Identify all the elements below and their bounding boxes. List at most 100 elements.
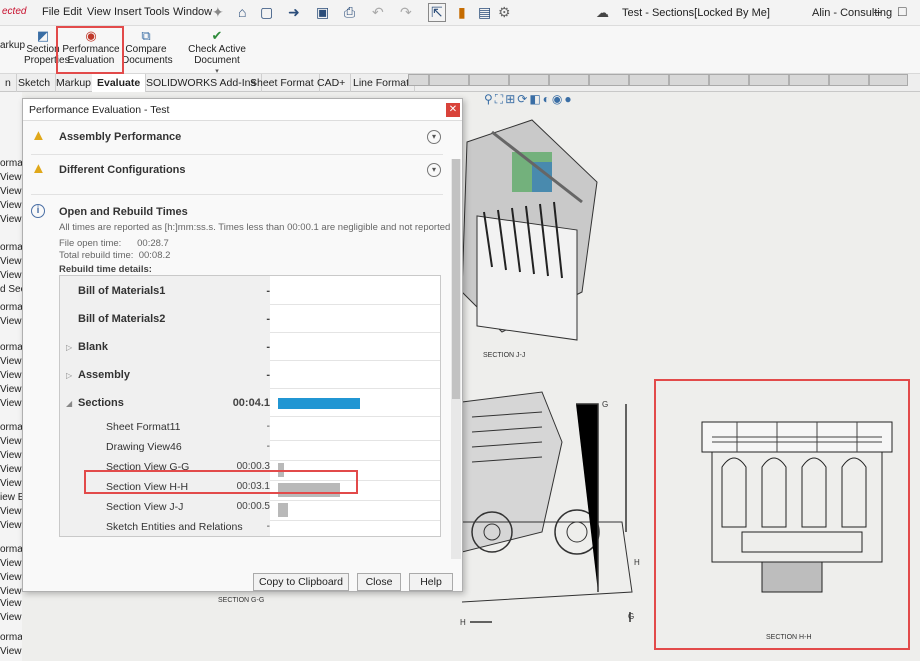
collapse-arrow-icon[interactable]: ◢: [66, 399, 72, 408]
expand-arrow-icon[interactable]: ▷: [66, 371, 72, 380]
tree-item[interactable]: ormat: [0, 544, 22, 555]
rebuild-row[interactable]: Drawing View46 -: [60, 440, 440, 458]
tree-item[interactable]: ormat: [0, 342, 22, 353]
tab-sheet-format[interactable]: Sheet Format: [245, 74, 320, 92]
tree-item[interactable]: View18: [0, 612, 22, 623]
rebuild-row[interactable]: ▷ Blank -: [60, 340, 440, 358]
tab-evaluate[interactable]: Evaluate: [92, 74, 147, 92]
maximize-icon[interactable]: □: [898, 3, 906, 19]
redo-icon[interactable]: ↷: [400, 4, 412, 21]
zoom-icon[interactable]: ⚲: [484, 92, 495, 106]
undo-icon[interactable]: ↶: [372, 4, 384, 21]
different-configurations-heading[interactable]: Different Configurations: [59, 164, 186, 176]
rebuild-row[interactable]: Sketch Entities and Relations -: [60, 520, 440, 536]
tree-item[interactable]: View: [0, 172, 22, 183]
zoom-fit-icon[interactable]: ⛶: [495, 92, 505, 106]
open-icon[interactable]: ➜: [288, 4, 300, 21]
tree-item[interactable]: View: [0, 520, 22, 531]
rebuild-row[interactable]: Bill of Materials2 -: [60, 312, 440, 330]
rebuild-row[interactable]: ▷ Assembly -: [60, 368, 440, 386]
gear-icon[interactable]: ⚙: [498, 4, 511, 21]
tree-item[interactable]: View: [0, 586, 22, 597]
select-arrow-icon[interactable]: ⇱: [428, 3, 446, 22]
tree-item[interactable]: d Sec: [0, 284, 22, 295]
zoom-area-icon[interactable]: ⊞: [505, 92, 517, 106]
appearance-icon[interactable]: ●: [564, 92, 573, 106]
menu-insert[interactable]: Insert: [114, 6, 142, 18]
hide-show-icon[interactable]: ◉: [552, 92, 564, 106]
section-view-icon[interactable]: ◧: [529, 92, 542, 106]
tree-item[interactable]: View: [0, 436, 22, 447]
menu-tools[interactable]: Tools: [144, 6, 170, 18]
rotate-icon[interactable]: ⟳: [517, 92, 529, 106]
tree-item[interactable]: View: [0, 558, 22, 569]
check-active-document-button[interactable]: ✔ Check Active Document ▾: [172, 28, 262, 77]
tree-item[interactable]: ormat: [0, 158, 22, 169]
tree-item[interactable]: View: [0, 256, 22, 267]
tree-item[interactable]: View: [0, 398, 22, 409]
help-button[interactable]: Help: [409, 573, 453, 591]
warning-icon: ▲: [31, 160, 46, 177]
compare-documents-button[interactable]: ⧉ Compare Documents: [122, 28, 173, 66]
copy-to-clipboard-button[interactable]: Copy to Clipboard: [253, 573, 349, 591]
rebuild-row[interactable]: Bill of Materials1 -: [60, 284, 440, 302]
file-properties-icon[interactable]: ▤: [478, 4, 491, 21]
pin-icon[interactable]: ✦: [212, 4, 224, 21]
tree-item[interactable]: ormat7: [0, 632, 22, 643]
tab-solidworks-addins[interactable]: SOLIDWORKS Add-Ins: [141, 74, 262, 92]
display-style-icon[interactable]: ◐: [543, 92, 552, 106]
tree-item[interactable]: View19: [0, 646, 22, 657]
row-name: Section View J-J: [106, 501, 184, 513]
close-button[interactable]: Close: [357, 573, 401, 591]
section-jj-drawing: [461, 119, 598, 341]
dialog-close-button[interactable]: ✕: [446, 103, 460, 117]
tree-item[interactable]: View: [0, 478, 22, 489]
menu-edit[interactable]: Edit: [63, 6, 82, 18]
tree-item[interactable]: View: [0, 370, 22, 381]
tree-item[interactable]: View: [0, 186, 22, 197]
traffic-light-icon[interactable]: ▮: [458, 4, 466, 21]
tab-cad-plus[interactable]: CAD+: [312, 74, 352, 92]
expand-arrow-icon[interactable]: ▷: [66, 343, 72, 352]
rebuild-row[interactable]: Sheet Format11 -: [60, 420, 440, 438]
tree-item[interactable]: ormat: [0, 242, 22, 253]
tree-item[interactable]: View: [0, 572, 22, 583]
tab-line-format[interactable]: Line Format: [348, 74, 416, 92]
tree-item[interactable]: View: [0, 464, 22, 475]
row-name: Drawing View46: [106, 441, 182, 453]
save-icon[interactable]: ▣: [316, 4, 329, 21]
rebuild-row[interactable]: Section View J-J 00:00.5: [60, 500, 440, 518]
performance-evaluation-dialog: Performance Evaluation - Test ✕ ▲ Assemb…: [22, 98, 463, 592]
menu-view[interactable]: View: [87, 6, 111, 18]
tree-item[interactable]: iew E: [0, 492, 22, 503]
tree-item[interactable]: View: [0, 200, 22, 211]
rebuild-row[interactable]: ◢ Sections 00:04.1: [60, 396, 440, 414]
brand-label: ected: [2, 6, 27, 17]
assembly-performance-heading[interactable]: Assembly Performance: [59, 131, 181, 143]
chevron-down-icon[interactable]: ▾: [427, 163, 441, 177]
tree-item[interactable]: View17: [0, 598, 22, 609]
menu-file[interactable]: File: [42, 6, 60, 18]
tree-item[interactable]: View: [0, 316, 22, 327]
tree-item[interactable]: View: [0, 270, 22, 281]
new-file-icon[interactable]: ▢: [260, 4, 273, 21]
view-toolbar[interactable]: ⚲⛶⊞⟳◧◐◉●: [484, 92, 574, 107]
print-icon[interactable]: ⎙: [344, 4, 355, 21]
tab-sketch[interactable]: Sketch: [13, 74, 57, 92]
tree-item[interactable]: View: [0, 506, 22, 517]
row-time: -: [266, 341, 270, 353]
tree-item[interactable]: ormat: [0, 422, 22, 433]
tree-item[interactable]: ormat: [0, 302, 22, 313]
tree-item[interactable]: View: [0, 384, 22, 395]
tree-item[interactable]: View: [0, 356, 22, 367]
dialog-scrollbar-thumb[interactable]: [452, 159, 460, 399]
tree-item[interactable]: View: [0, 214, 22, 225]
home-icon[interactable]: ⌂: [238, 4, 246, 20]
tree-item[interactable]: View: [0, 450, 22, 461]
minimize-icon[interactable]: –: [874, 3, 882, 19]
menu-window[interactable]: Window: [173, 6, 212, 18]
markup-button[interactable]: arkup: [0, 40, 25, 51]
chevron-down-icon[interactable]: ▾: [427, 130, 441, 144]
time-format-note: All times are reported as [h:]mm:ss.s. T…: [59, 222, 453, 233]
tab-markup[interactable]: Markup: [51, 74, 98, 92]
